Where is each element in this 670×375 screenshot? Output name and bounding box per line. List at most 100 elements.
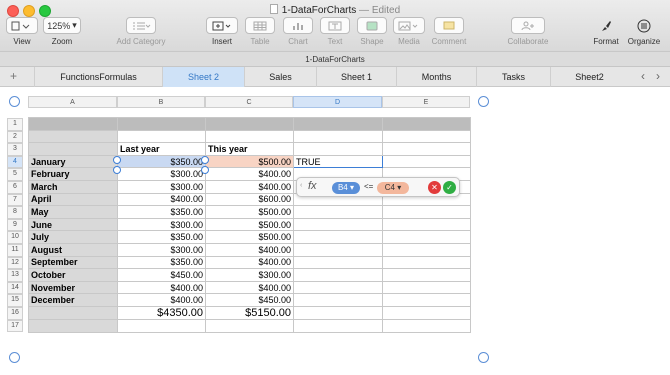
header-cell[interactable] [28, 117, 118, 131]
this-year-value[interactable]: $300.00 [205, 268, 294, 282]
month-label[interactable]: June [28, 217, 118, 232]
last-year-value[interactable]: $350.00 [117, 205, 206, 219]
this-year-value[interactable]: $500.00 [205, 154, 294, 169]
table-cell[interactable] [293, 205, 383, 219]
this-year-value[interactable]: $500.00 [205, 205, 294, 219]
media-button[interactable]: Media [392, 17, 426, 51]
this-year-value[interactable]: $400.00 [205, 179, 294, 194]
table-cell[interactable] [293, 217, 383, 232]
this-year-value[interactable]: $500.00 [205, 217, 294, 232]
chart-button[interactable]: Chart [281, 17, 315, 51]
table-cell[interactable] [382, 142, 471, 156]
table-cell[interactable] [382, 255, 471, 270]
table-cell[interactable] [293, 255, 383, 270]
row-header[interactable]: 11 [7, 244, 23, 257]
tab-tasks[interactable]: Tasks [476, 67, 550, 87]
cancel-formula-button[interactable]: ✕ [428, 181, 441, 194]
header-cell[interactable] [205, 117, 294, 131]
zoom-select[interactable]: 125% ▾ Zoom [42, 17, 82, 51]
column-header-d[interactable]: D [293, 96, 382, 108]
row-header[interactable]: 5 [7, 168, 23, 181]
header-cell[interactable] [382, 117, 471, 131]
selection-handle-icon[interactable] [113, 166, 121, 174]
view-button[interactable]: View [6, 17, 38, 51]
column-header-b[interactable]: B [117, 96, 205, 108]
tab-sales[interactable]: Sales [244, 67, 316, 87]
shape-button[interactable]: Shape [355, 17, 389, 51]
text-button[interactable]: Text [319, 17, 351, 51]
formula-token-b4[interactable]: B4 ▾ [332, 182, 360, 194]
drag-handle-icon[interactable]: ‹ [300, 182, 302, 189]
table-cell[interactable] [382, 129, 471, 144]
this-year-value[interactable]: $500.00 [205, 230, 294, 244]
fx-icon[interactable]: fx [308, 180, 317, 192]
table-cell[interactable] [293, 242, 383, 257]
this-year-value[interactable]: $400.00 [205, 242, 294, 257]
row-header[interactable]: 13 [7, 269, 23, 282]
this-year-value[interactable]: $450.00 [205, 293, 294, 307]
this-year-value[interactable]: $400.00 [205, 280, 294, 295]
row-header[interactable]: 16 [7, 307, 23, 320]
add-category-button[interactable]: Add Category [112, 17, 170, 51]
last-year-value[interactable]: $350.00 [117, 230, 206, 244]
row-header[interactable]: 3 [7, 143, 23, 156]
total-last-year[interactable]: $4350.00 [117, 305, 206, 320]
row-header[interactable]: 15 [7, 294, 23, 307]
comparison-result-cell[interactable]: TRUE [293, 154, 383, 169]
row-header[interactable]: 7 [7, 193, 23, 207]
organize-button[interactable]: Organize [626, 17, 662, 51]
format-button[interactable]: Format [590, 17, 622, 51]
table-cell[interactable] [382, 318, 471, 333]
table-cell[interactable] [117, 129, 206, 144]
table-cell[interactable] [293, 230, 383, 244]
table-cell[interactable] [117, 318, 206, 333]
last-year-value[interactable]: $400.00 [117, 293, 206, 307]
row-header[interactable]: 8 [7, 206, 23, 219]
table-cell[interactable] [382, 280, 471, 295]
month-label[interactable]: October [28, 268, 118, 282]
table-cell[interactable] [28, 142, 118, 156]
row-header[interactable]: 4 [7, 155, 23, 169]
table-cell[interactable] [293, 268, 383, 282]
last-year-value[interactable]: $350.00 [117, 154, 206, 169]
document-tab[interactable]: 1-DataForCharts [0, 52, 670, 67]
header-cell[interactable] [293, 117, 383, 131]
row-header[interactable]: 9 [7, 218, 23, 232]
this-year-value[interactable]: $400.00 [205, 167, 294, 181]
comment-button[interactable]: Comment [430, 17, 468, 51]
column-header-e[interactable]: E [382, 96, 470, 108]
month-label[interactable]: March [28, 179, 118, 194]
table-cell[interactable] [205, 129, 294, 144]
row-header[interactable]: 17 [7, 319, 23, 333]
last-year-value[interactable]: $300.00 [117, 242, 206, 257]
header-cell[interactable] [117, 117, 206, 131]
chevron-left-icon[interactable]: ‹ [641, 69, 645, 83]
selection-handle-icon[interactable] [201, 156, 209, 164]
tab-functionsformulas[interactable]: FunctionsFormulas [34, 67, 162, 87]
row-header[interactable]: 1 [7, 118, 23, 131]
resize-table-handle-icon[interactable] [478, 352, 489, 363]
table-cell[interactable] [382, 242, 471, 257]
table-select-handle-icon[interactable] [9, 96, 20, 107]
row-header[interactable]: 14 [7, 281, 23, 295]
table-cell[interactable] [293, 293, 383, 307]
last-year-value[interactable]: $300.00 [117, 167, 206, 181]
month-label[interactable]: July [28, 230, 118, 244]
table-cell[interactable] [382, 305, 471, 320]
table-cell[interactable] [28, 129, 118, 144]
table-cell[interactable] [293, 318, 383, 333]
table-cell[interactable] [382, 230, 471, 244]
table-cell[interactable] [205, 318, 294, 333]
accept-formula-button[interactable]: ✓ [443, 181, 456, 194]
last-year-value[interactable]: $300.00 [117, 217, 206, 232]
selection-handle-icon[interactable] [113, 156, 121, 164]
tab-months[interactable]: Months [396, 67, 476, 87]
month-label[interactable]: February [28, 167, 118, 181]
table-cell[interactable] [293, 280, 383, 295]
table-cell[interactable] [382, 217, 471, 232]
formula-editor[interactable]: ‹ fx B4 ▾ <= C4 ▾ ✕ ✓ [296, 177, 460, 197]
table-button[interactable]: Table [243, 17, 277, 51]
table-cell[interactable] [382, 268, 471, 282]
table-cell[interactable] [382, 205, 471, 219]
tab-sheet-2[interactable]: Sheet 2 [162, 67, 244, 87]
